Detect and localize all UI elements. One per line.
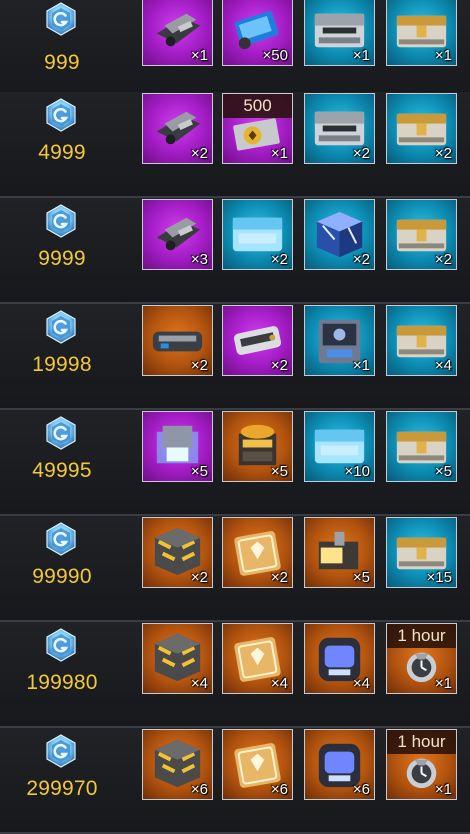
reward-tier: 49995 ×5 ×5 ×10 ×5 [0,410,470,516]
reward-slot[interactable]: ×5 [386,411,457,482]
reward-slot[interactable]: ×2 [386,93,457,164]
reward-slot[interactable]: ×2 [222,199,293,270]
reward-slot[interactable]: ×5 [304,517,375,588]
gem-points-icon [44,310,78,344]
reward-quantity: ×2 [190,145,208,162]
reward-tier: 19998 ×2 ×2 ×1 ×4 [0,304,470,410]
reward-quantity: ×1 [352,357,370,374]
reward-quantity: ×2 [434,145,452,162]
reward-tag-label: 500 [223,94,292,118]
reward-quantity: ×10 [344,463,370,480]
reward-slot[interactable]: ×4 [222,623,293,694]
reward-quantity: ×2 [190,569,208,586]
reward-quantity: ×1 [434,781,452,798]
reward-quantity: ×1 [434,47,452,64]
reward-slot[interactable]: 500 ×1 [222,93,293,164]
reward-quantity: ×2 [434,251,452,268]
reward-quantity: ×6 [270,781,288,798]
reward-quantity: ×50 [262,47,288,64]
reward-tier: 299970 ×6 ×6 ×6 1 hour ×1 [0,728,470,834]
reward-slot[interactable]: ×15 [386,517,457,588]
reward-slot[interactable]: 1 hour ×1 [386,623,457,694]
reward-tier-list: 999 ×1 ×50 ×1 ×1 4999 ×2 500 ×1 ×2 ×2 9999 ×3 ×2 ×2 ×… [0,0,470,834]
gem-points-icon [44,2,78,36]
reward-quantity: ×2 [352,145,370,162]
reward-quantity: ×1 [434,675,452,692]
reward-quantity: ×6 [190,781,208,798]
reward-slot[interactable]: ×5 [142,411,213,482]
reward-slot[interactable]: ×2 [386,199,457,270]
reward-quantity: ×5 [352,569,370,586]
reward-quantity: ×2 [190,357,208,374]
reward-quantity: ×2 [270,251,288,268]
reward-quantity: ×6 [352,781,370,798]
reward-slot[interactable]: ×2 [222,305,293,376]
reward-slot[interactable]: ×1 [304,0,375,66]
gem-points-icon [44,416,78,450]
reward-slot[interactable]: ×5 [222,411,293,482]
reward-quantity: ×4 [434,357,452,374]
reward-slot[interactable]: ×2 [304,93,375,164]
reward-quantity: ×2 [270,357,288,374]
reward-slot[interactable]: ×2 [142,93,213,164]
reward-quantity: ×5 [270,463,288,480]
reward-quantity: ×2 [352,251,370,268]
reward-quantity: ×1 [270,145,288,162]
reward-slot[interactable]: ×2 [142,305,213,376]
points-threshold: 299970 [26,777,98,800]
reward-quantity: ×3 [190,251,208,268]
reward-slot[interactable]: ×3 [142,199,213,270]
reward-tier: 199980 ×4 ×4 ×4 1 hour ×1 [0,622,470,728]
reward-slot[interactable]: ×2 [222,517,293,588]
reward-slot[interactable]: ×4 [386,305,457,376]
reward-tier: 4999 ×2 500 ×1 ×2 ×2 [0,92,470,198]
reward-slot[interactable]: ×50 [222,0,293,66]
points-threshold: 19998 [32,353,92,376]
points-threshold: 4999 [38,141,86,164]
reward-slot[interactable]: 1 hour ×1 [386,729,457,800]
reward-quantity: ×15 [426,569,452,586]
reward-slot[interactable]: ×6 [222,729,293,800]
points-threshold: 999 [44,51,80,74]
reward-slot[interactable]: ×4 [304,623,375,694]
gem-points-icon [44,734,78,768]
reward-tier: 999 ×1 ×50 ×1 ×1 [0,0,470,106]
reward-quantity: ×1 [190,47,208,64]
reward-slot[interactable]: ×2 [142,517,213,588]
reward-slot[interactable]: ×4 [142,623,213,694]
reward-quantity: ×2 [270,569,288,586]
reward-quantity: ×4 [270,675,288,692]
reward-slot[interactable]: ×2 [304,199,375,270]
reward-tag-label: 1 hour [387,730,456,754]
points-threshold: 49995 [32,459,92,482]
gem-points-icon [44,628,78,662]
points-threshold: 199980 [26,671,98,694]
points-threshold: 9999 [38,247,86,270]
reward-quantity: ×4 [352,675,370,692]
reward-quantity: ×5 [190,463,208,480]
points-threshold: 99990 [32,565,92,588]
gem-points-icon [44,522,78,556]
reward-tag-label: 1 hour [387,624,456,648]
reward-quantity: ×1 [352,47,370,64]
gem-points-icon [44,98,78,132]
reward-slot[interactable]: ×1 [386,0,457,66]
reward-slot[interactable]: ×6 [304,729,375,800]
reward-quantity: ×5 [434,463,452,480]
reward-slot[interactable]: ×1 [304,305,375,376]
gem-points-icon [44,204,78,238]
reward-slot[interactable]: ×6 [142,729,213,800]
reward-slot[interactable]: ×10 [304,411,375,482]
reward-quantity: ×4 [190,675,208,692]
reward-tier: 9999 ×3 ×2 ×2 ×2 [0,198,470,304]
reward-tier: 99990 ×2 ×2 ×5 ×15 [0,516,470,622]
reward-slot[interactable]: ×1 [142,0,213,66]
